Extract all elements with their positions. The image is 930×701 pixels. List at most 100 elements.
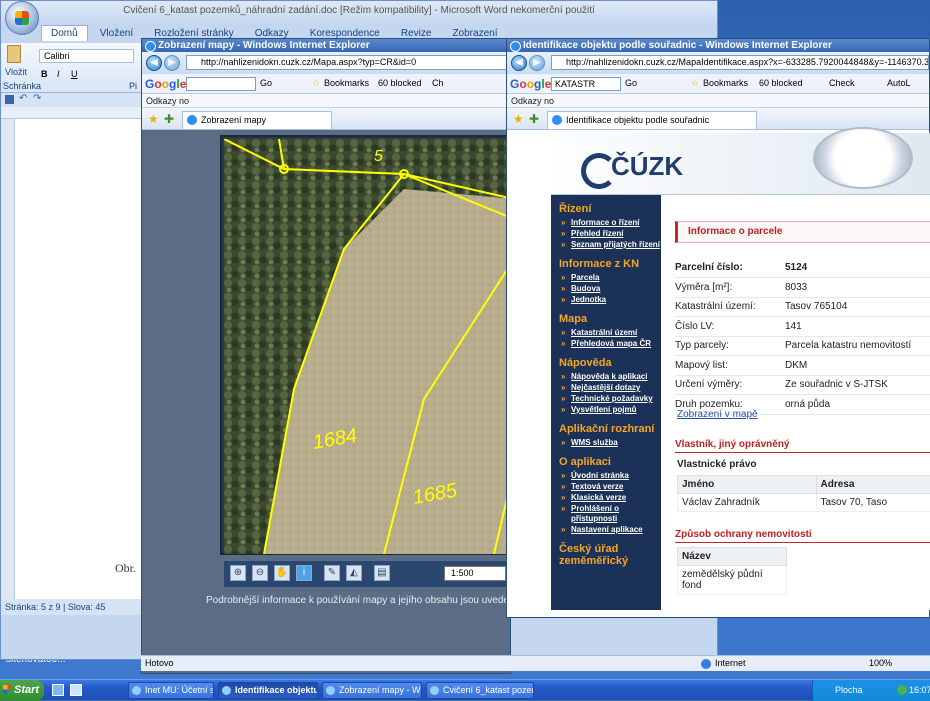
sidebar-item[interactable]: Nápověda k aplikaci	[561, 372, 661, 382]
status-text: Hotovo	[145, 658, 174, 668]
area-tool[interactable]: ◭	[346, 565, 362, 581]
paste-button[interactable]: Vložit	[5, 67, 27, 77]
google-search-input[interactable]: KATASTR	[551, 77, 621, 91]
tab-map[interactable]: Zobrazení mapy	[182, 111, 332, 129]
sidebar-item[interactable]: Technické požadavky	[561, 394, 661, 404]
sidebar-heading: Mapa	[559, 313, 588, 325]
clock: 16:07	[909, 685, 930, 695]
desktop-toolbar[interactable]: Plocha	[835, 680, 863, 700]
underline-button[interactable]: U	[71, 69, 78, 79]
back-button[interactable]: ◀	[511, 55, 527, 71]
taskbar-item-word[interactable]: Cvičení 6_katast pozemk...	[426, 682, 534, 699]
paste-icon[interactable]	[7, 45, 21, 63]
sidebar-item[interactable]: Seznam přijatých řízení	[561, 240, 661, 250]
parcel-field-value: 141	[785, 320, 802, 332]
font-select[interactable]: Calibri	[39, 49, 134, 63]
protection-value: zemědělský půdní fond	[677, 565, 787, 595]
sidebar-item[interactable]: Přehledová mapa ČR	[561, 339, 661, 349]
address-bar[interactable]: http://nahlizenidokn.cuzk.cz/Mapa.aspx?t…	[186, 55, 508, 70]
taskbar-item-inet[interactable]: Inet MU: Účetní sestavy ...	[128, 682, 214, 699]
start-button[interactable]: Start	[0, 680, 44, 701]
magnifier-graphic	[813, 127, 913, 189]
parcel-label-5: 5	[374, 148, 383, 165]
show-in-map-link[interactable]: Zobrazení v mapě	[677, 409, 758, 420]
sidebar-item[interactable]: Nastavení aplikace	[561, 525, 661, 535]
taskbar-item-identification[interactable]: Identifikace objektu ...	[218, 682, 318, 699]
bookmarks-button[interactable]: Bookmarks	[324, 78, 369, 88]
quicklaunch-desktop-icon[interactable]	[52, 684, 64, 696]
sidebar-item[interactable]: Klasická verze	[561, 493, 661, 503]
zone-label: Internet	[715, 658, 746, 668]
autolink-button[interactable]: AutoL	[887, 78, 911, 88]
forward-button[interactable]: ▶	[529, 55, 545, 71]
ie-map-window: Zobrazení mapy - Windows Internet Explor…	[141, 38, 512, 674]
back-button[interactable]: ◀	[146, 55, 162, 71]
office-button[interactable]	[5, 1, 39, 35]
check-button[interactable]: Ch	[432, 78, 444, 88]
add-favorite-icon[interactable]: ✚	[529, 112, 539, 126]
google-search-input[interactable]	[186, 77, 256, 91]
sidebar-item[interactable]: Jednotka	[561, 295, 661, 305]
links-item[interactable]: no	[179, 96, 189, 106]
zoom-level[interactable]: 100%	[869, 656, 892, 671]
sidebar-item[interactable]: Nejčastější dotazy	[561, 383, 661, 393]
ie-identification-titlebar: Identifikace objektu podle souřadnic - W…	[507, 39, 929, 52]
popup-blocked[interactable]: 60 blocked	[759, 78, 803, 88]
quicklaunch-explorer-icon[interactable]	[70, 684, 82, 696]
parcel-field-value: Ze souřadnic v S-JTSK	[785, 379, 888, 390]
sidebar-item[interactable]: Textová verze	[561, 482, 661, 492]
parcel-row: Výměra [m²]: 8033	[675, 279, 930, 298]
italic-button[interactable]: I	[57, 69, 60, 79]
network-icon[interactable]	[897, 685, 907, 695]
google-logo: Google	[145, 77, 187, 91]
popup-blocked[interactable]: 60 blocked	[378, 78, 422, 88]
cuzk-logo[interactable]: ČÚZK	[580, 151, 683, 189]
go-button[interactable]: Go	[625, 78, 637, 88]
zoom-out-tool[interactable]: ⊖	[252, 565, 268, 581]
forward-button[interactable]: ▶	[164, 55, 180, 71]
undo-icon[interactable]: ↶	[19, 93, 27, 104]
address-bar[interactable]: http://nahlizenidokn.cuzk.cz/MapaIdentif…	[551, 55, 929, 70]
map-toolbar: ⊕ ⊖ ✋ i ✎ ◭ ▤ 1:500	[224, 561, 510, 587]
identify-tool[interactable]: i	[296, 565, 312, 581]
tab-insert[interactable]: Vložení	[91, 26, 142, 41]
favorites-star-icon[interactable]: ★	[148, 112, 159, 126]
sidebar-item[interactable]: Prohlášení o přístupnosti	[561, 504, 661, 524]
document-page[interactable]	[15, 119, 150, 599]
sidebar-heading: Řízení	[559, 203, 592, 215]
orthophoto-map[interactable]: 1684 1685 5	[224, 139, 510, 554]
links-item[interactable]: no	[544, 96, 554, 106]
pan-tool[interactable]: ✋	[274, 565, 290, 581]
sidebar-item[interactable]: Budova	[561, 284, 661, 294]
bold-button[interactable]: B	[41, 69, 48, 79]
sidebar-item[interactable]: Parcela	[561, 273, 661, 283]
bookmarks-button[interactable]: Bookmarks	[703, 78, 748, 88]
parcel-info-header: Informace o parcele	[675, 221, 930, 243]
owner-col-name: Jméno	[677, 475, 817, 494]
scale-select[interactable]: 1:500	[444, 566, 506, 581]
sidebar-item[interactable]: Úvodní stránka	[561, 471, 661, 481]
ie-statusbar: Hotovo Internet 100%	[141, 655, 930, 671]
tab-identification[interactable]: Identifikace objektu podle souřadnic	[547, 111, 757, 129]
sidebar-item[interactable]: Informace o řízení	[561, 218, 661, 228]
parcel-row: Mapový list: DKM	[675, 357, 930, 376]
sidebar-item[interactable]: Přehled řízení	[561, 229, 661, 239]
tab-home[interactable]: Domů	[41, 25, 88, 41]
redo-icon[interactable]: ↷	[33, 93, 41, 104]
add-favorite-icon[interactable]: ✚	[164, 112, 174, 126]
taskbar-item-map[interactable]: Zobrazení mapy - Windo...	[322, 682, 422, 699]
measure-tool[interactable]: ✎	[324, 565, 340, 581]
save-icon[interactable]	[5, 95, 14, 104]
security-zone: Internet	[701, 656, 746, 671]
check-button[interactable]: Check	[829, 78, 855, 88]
zoom-in-tool[interactable]: ⊕	[230, 565, 246, 581]
parcel-row: Číslo LV: 141	[675, 318, 930, 337]
sidebar-item[interactable]: Katastrální území	[561, 328, 661, 338]
go-button[interactable]: Go	[260, 78, 272, 88]
sidebar-item[interactable]: Vysvětlení pojmů	[561, 405, 661, 415]
sidebar-item[interactable]: WMS služba	[561, 438, 661, 448]
links-bar: Odkazy no	[142, 94, 510, 108]
favorites-star-icon[interactable]: ★	[513, 112, 524, 126]
print-tool[interactable]: ▤	[374, 565, 390, 581]
google-toolbar: Google KATASTR Go ☆ Bookmarks 60 blocked…	[507, 74, 929, 94]
